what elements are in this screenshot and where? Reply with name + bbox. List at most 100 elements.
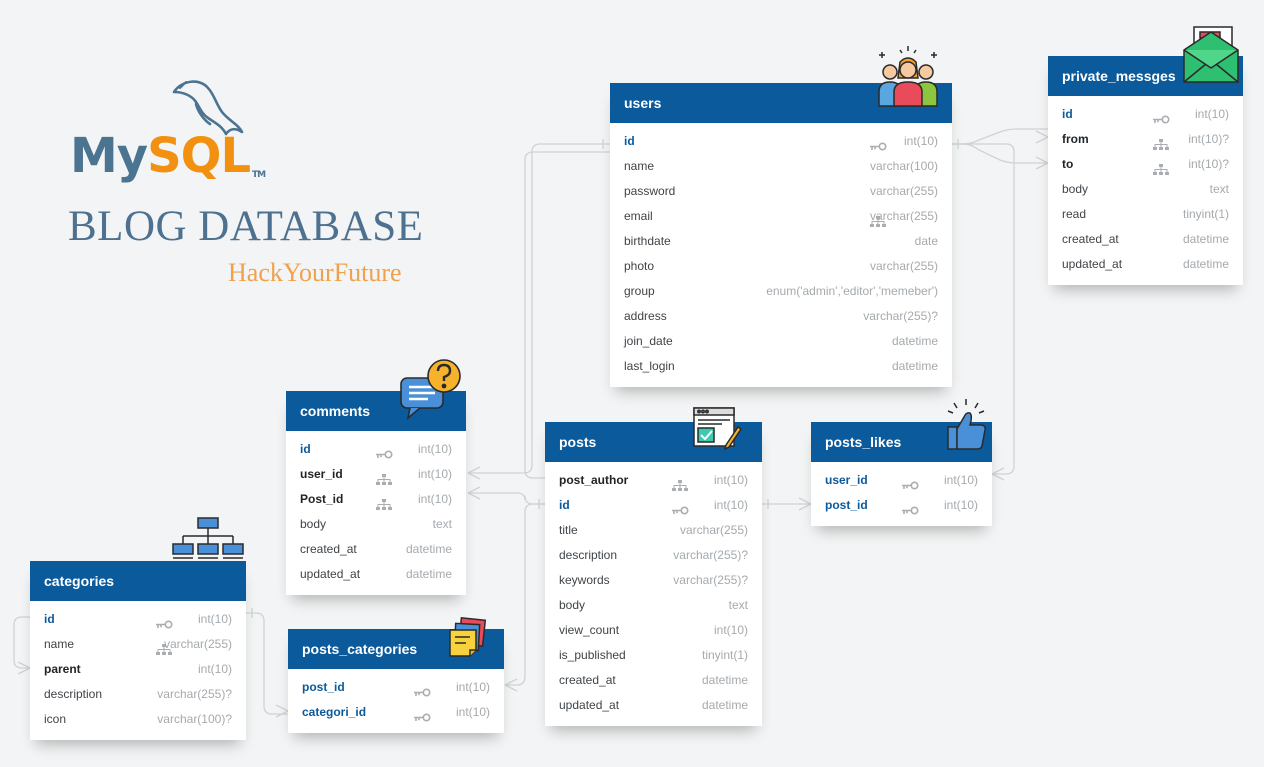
field-row-post_id[interactable]: post_id int(10) [288, 675, 504, 700]
field-row-updated_at[interactable]: updated_at datetime [545, 693, 762, 718]
primary-key-icon [154, 614, 174, 629]
field-row-description[interactable]: description varchar(255)? [545, 543, 762, 568]
field-name: password [624, 184, 676, 198]
field-type: text [1209, 182, 1229, 196]
field-row-view_count[interactable]: view_count int(10) [545, 618, 762, 643]
field-name: title [559, 523, 578, 537]
field-type: int(10)? [1188, 157, 1229, 171]
field-row-name[interactable]: name varchar(100) [610, 154, 952, 179]
field-row-parent[interactable]: parent int(10) [30, 657, 246, 682]
field-row-keywords[interactable]: keywords varchar(255)? [545, 568, 762, 593]
field-type: varchar(255) [869, 259, 938, 273]
field-row-id[interactable]: id int(10) [1048, 102, 1243, 127]
relation-icon [1151, 134, 1171, 150]
diagram-title: BLOG DATABASE [68, 203, 424, 250]
connector-categories-self [13, 616, 30, 669]
relation-icon [1151, 159, 1171, 175]
field-type: int(10) [1194, 107, 1229, 121]
field-row-title[interactable]: title varchar(255) [545, 518, 762, 543]
field-row-body[interactable]: body text [1048, 177, 1243, 202]
field-name: email [624, 209, 653, 223]
hierarchy-icon [172, 517, 244, 559]
field-type: int(10) [455, 680, 490, 694]
field-type: datetime [891, 359, 938, 373]
field-row-description[interactable]: description varchar(255)? [30, 682, 246, 707]
field-name: id [559, 498, 570, 512]
field-name: created_at [1062, 232, 1119, 246]
primary-key-icon [900, 475, 920, 490]
field-row-join_date[interactable]: join_date datetime [610, 329, 952, 354]
field-name: id [1062, 107, 1073, 121]
field-type: varchar(255) [163, 637, 232, 651]
field-row-birthdate[interactable]: birthdate date [610, 229, 952, 254]
field-row-updated_at[interactable]: updated_at datetime [1048, 252, 1243, 277]
field-row-created_at[interactable]: created_at datetime [1048, 227, 1243, 252]
field-name: name [44, 637, 75, 651]
field-row-address[interactable]: address varchar(255)? [610, 304, 952, 329]
table-users[interactable]: users id int(10) name varchar(100) password v… [610, 83, 952, 387]
field-name: updated_at [559, 698, 620, 712]
primary-key-icon [868, 136, 888, 151]
field-row-password[interactable]: password varchar(255) [610, 179, 952, 204]
field-row-categori_id[interactable]: categori_id int(10) [288, 700, 504, 725]
field-type: varchar(255)? [673, 573, 748, 587]
field-row-icon[interactable]: icon varchar(100)? [30, 707, 246, 732]
field-row-body[interactable]: body text [286, 512, 466, 537]
connector-posts-postscategories [505, 503, 545, 686]
field-row-read[interactable]: read tinyint(1) [1048, 202, 1243, 227]
browser-edit-icon [693, 407, 742, 451]
primary-key-icon [374, 444, 394, 459]
primary-key-icon [900, 500, 920, 515]
table-comments[interactable]: comments id int(10) user_id int(10) Post_id i… [286, 391, 466, 595]
table-private-messges[interactable]: private_messges id int(10) from int(10)? to i… [1048, 56, 1243, 285]
field-type: int(10) [417, 442, 452, 456]
field-row-email[interactable]: email varchar(255) [610, 204, 952, 229]
field-name: address [624, 309, 667, 323]
field-row-updated_at[interactable]: updated_at datetime [286, 562, 466, 587]
field-type: datetime [701, 673, 748, 687]
table-categories[interactable]: categories id int(10) name varchar(255) pare… [30, 561, 246, 740]
field-type: varchar(255) [869, 184, 938, 198]
field-name: birthdate [624, 234, 671, 248]
field-row-created_at[interactable]: created_at datetime [286, 537, 466, 562]
field-row-name[interactable]: name varchar(255) [30, 632, 246, 657]
field-name: description [44, 687, 103, 701]
field-name: to [1062, 157, 1074, 171]
field-row-photo[interactable]: photo varchar(255) [610, 254, 952, 279]
field-type: varchar(100) [869, 159, 938, 173]
field-name: post_id [825, 498, 868, 512]
field-row-id[interactable]: id int(10) [286, 437, 466, 462]
field-row-user_id[interactable]: user_id int(10) [286, 462, 466, 487]
field-name: user_id [825, 473, 868, 487]
relation-icon [374, 469, 394, 485]
field-row-post_id[interactable]: Post_id int(10) [286, 487, 466, 512]
relation-icon [670, 475, 690, 491]
field-row-to[interactable]: to int(10)? [1048, 152, 1243, 177]
field-name: from [1062, 132, 1089, 146]
field-row-id[interactable]: id int(10) [610, 129, 952, 154]
field-name: body [559, 598, 586, 612]
field-type: datetime [701, 698, 748, 712]
field-row-from[interactable]: from int(10)? [1048, 127, 1243, 152]
table-posts[interactable]: posts post_author int(10) id int(10) title va… [545, 422, 762, 726]
field-name: keywords [559, 573, 610, 587]
field-row-user_id[interactable]: user_id int(10) [811, 468, 992, 493]
field-row-group[interactable]: group enum('admin','editor','memeber') [610, 279, 952, 304]
field-type: int(10) [943, 473, 978, 487]
field-type: int(10) [943, 498, 978, 512]
field-row-post_id[interactable]: post_id int(10) [811, 493, 992, 518]
field-row-body[interactable]: body text [545, 593, 762, 618]
table-header[interactable]: categories [30, 561, 246, 601]
connector-users-to [952, 143, 1048, 164]
field-row-post_author[interactable]: post_author int(10) [545, 468, 762, 493]
field-row-last_login[interactable]: last_login datetime [610, 354, 952, 379]
field-row-id[interactable]: id int(10) [30, 607, 246, 632]
field-name: Post_id [300, 492, 344, 506]
field-name: icon [44, 712, 67, 726]
diagram-subtitle: HackYourFuture [228, 258, 402, 287]
field-row-is_published[interactable]: is_published tinyint(1) [545, 643, 762, 668]
field-type: varchar(255) [679, 523, 748, 537]
field-name: last_login [624, 359, 675, 373]
field-row-id[interactable]: id int(10) [545, 493, 762, 518]
field-row-created_at[interactable]: created_at datetime [545, 668, 762, 693]
